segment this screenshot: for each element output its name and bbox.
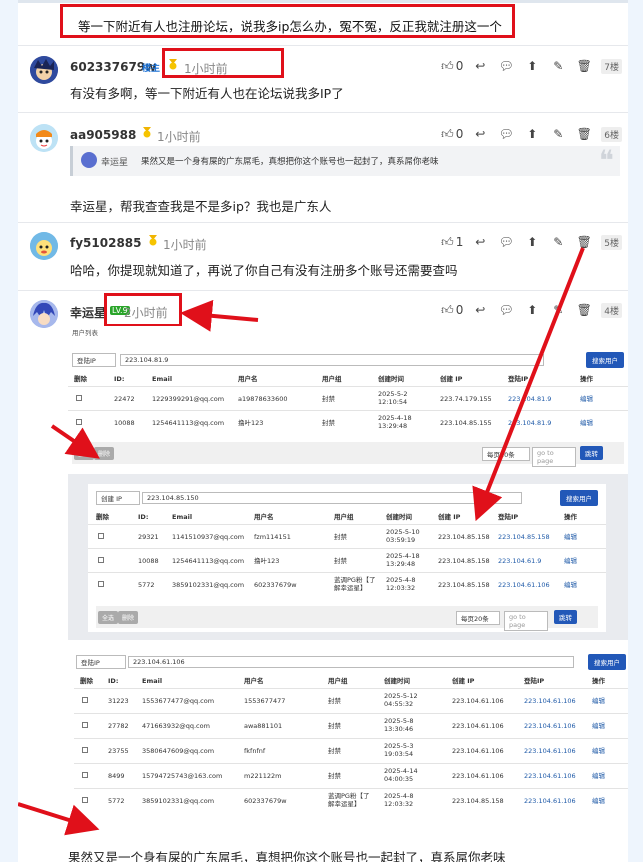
thread-page: 等一下附近有人也注册论坛，说我多ip怎么办，冤不冤，反正我就注册这一个 6023… [18, 0, 628, 862]
red-arrow [18, 802, 100, 836]
red-arrow [180, 299, 259, 332]
red-arrow [50, 424, 100, 459]
annotation-arrows [18, 247, 585, 836]
red-arrow [472, 247, 585, 522]
